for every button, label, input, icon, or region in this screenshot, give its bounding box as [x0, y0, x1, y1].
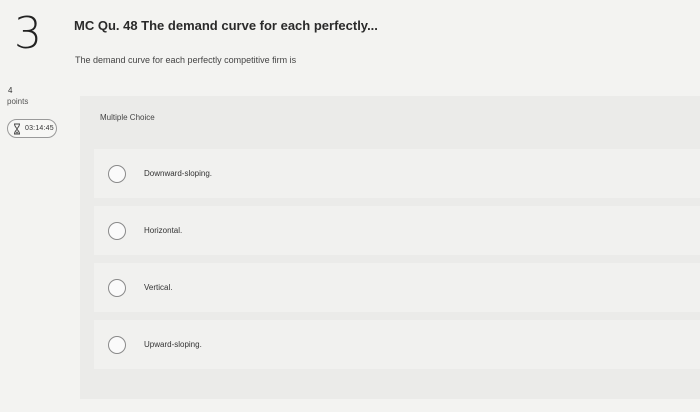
- option-label: Downward-sloping.: [144, 168, 213, 178]
- timer-badge: 03:14:45: [7, 119, 57, 138]
- option-label: Upward-sloping.: [144, 339, 202, 349]
- multiple-choice-panel: Multiple Choice Downward-sloping. Horizo…: [80, 96, 700, 399]
- radio-button[interactable]: [108, 221, 126, 240]
- points-label: points: [7, 97, 29, 106]
- points-value: 4: [8, 86, 13, 95]
- option-upward-sloping[interactable]: Upward-sloping.: [94, 320, 700, 369]
- option-label: Vertical.: [144, 282, 173, 292]
- radio-button[interactable]: [108, 335, 126, 354]
- option-horizontal[interactable]: Horizontal.: [94, 206, 700, 255]
- radio-button[interactable]: [108, 164, 126, 183]
- timer-text: 03:14:45: [25, 125, 54, 132]
- radio-button[interactable]: [108, 278, 126, 297]
- options-list: Downward-sloping. Horizontal. Vertical. …: [94, 149, 700, 377]
- question-number: 3: [14, 8, 42, 59]
- question-prompt: The demand curve for each perfectly comp…: [75, 55, 297, 65]
- question-title: MC Qu. 48 The demand curve for each perf…: [74, 18, 378, 33]
- option-downward-sloping[interactable]: Downward-sloping.: [94, 149, 700, 198]
- hourglass-icon: [14, 123, 20, 134]
- multiple-choice-label: Multiple Choice: [100, 113, 155, 122]
- question-sidebar: 3 4 points 03:14:45: [0, 0, 66, 412]
- option-label: Horizontal.: [144, 225, 183, 235]
- option-vertical[interactable]: Vertical.: [94, 263, 700, 312]
